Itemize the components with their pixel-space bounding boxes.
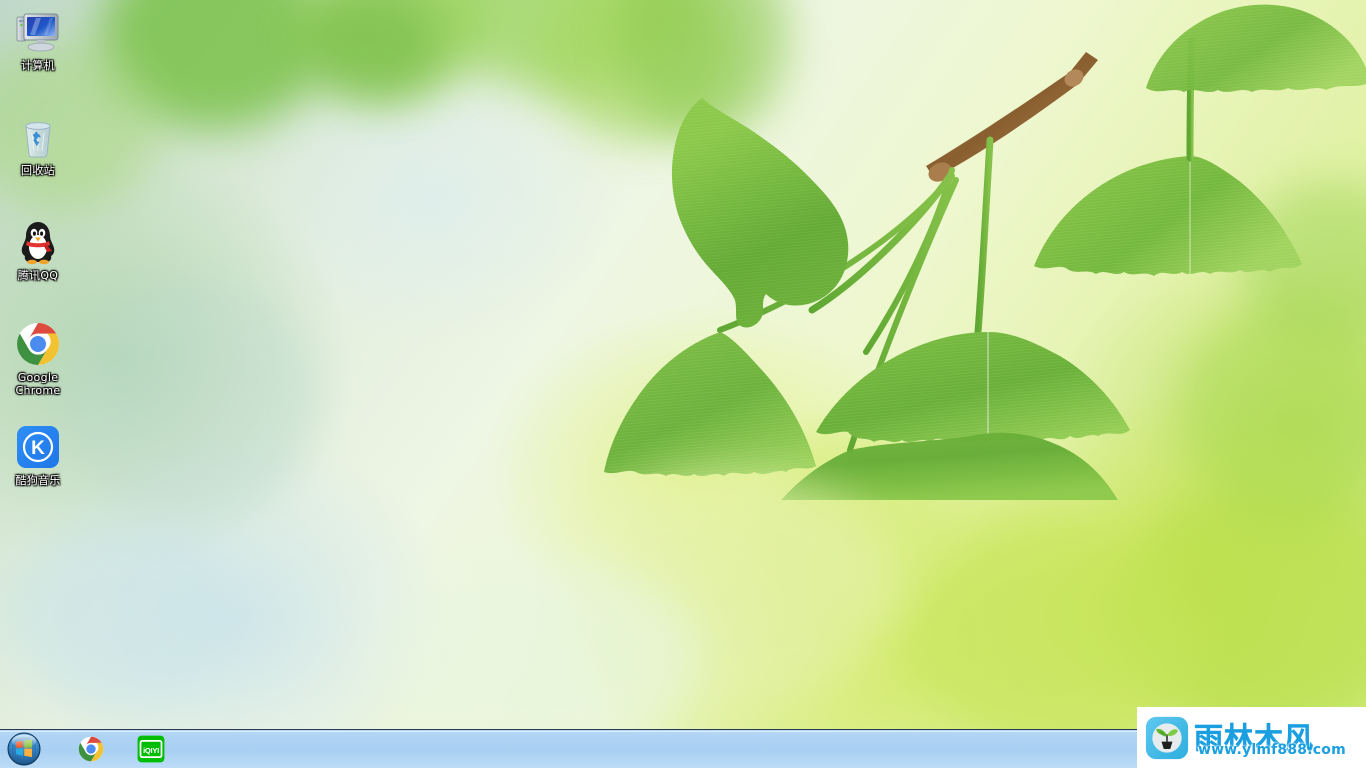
watermark-text: 雨林木风 www.ylmf888.com [1194,722,1346,757]
desktop-icon-layer: 计算机 回收站 腾讯QQ Google Chrome K 酷狗音乐 [0,0,120,729]
iqiyi-icon: iQIYI [137,735,165,763]
watermark-url: www.ylmf888.com [1198,741,1346,758]
qq-penguin-icon [14,218,62,266]
desktop-icon-google-chrome[interactable]: Google Chrome [2,320,74,397]
sprout-logo-icon [1145,716,1189,760]
svg-text:iQIYI: iQIYI [143,746,159,755]
desktop-wallpaper[interactable]: 计算机 回收站 腾讯QQ Google Chrome K 酷狗音乐 [0,0,1366,729]
ginkgo-leaves-illustration [604,4,1366,500]
desktop-icon-computer[interactable]: 计算机 [2,8,74,72]
desktop-icon-recycle-bin[interactable]: 回收站 [2,113,74,177]
desktop-icon-kugou-music[interactable]: K 酷狗音乐 [2,423,74,487]
taskbar-item-iqiyi[interactable]: iQIYI [131,731,171,767]
computer-icon [14,8,62,56]
recycle-bin-icon [14,113,62,161]
desktop-icon-label: 腾讯QQ [17,269,59,282]
chrome-icon [14,320,62,368]
desktop-icon-label: 回收站 [21,164,55,177]
svg-text:K: K [31,438,45,459]
taskbar-item-chrome[interactable] [71,731,111,767]
desktop-icon-label: 酷狗音乐 [15,474,61,487]
windows-orb-icon [7,732,41,766]
start-button[interactable] [1,731,47,768]
chrome-icon [78,736,104,762]
desktop-icon-tencent-qq[interactable]: 腾讯QQ [2,218,74,282]
desktop-icon-label: Google Chrome [15,371,61,397]
watermark-badge: 雨林木风 www.ylmf888.com [1137,707,1366,768]
desktop-icon-label: 计算机 [21,59,55,72]
kugou-icon: K [14,423,62,471]
